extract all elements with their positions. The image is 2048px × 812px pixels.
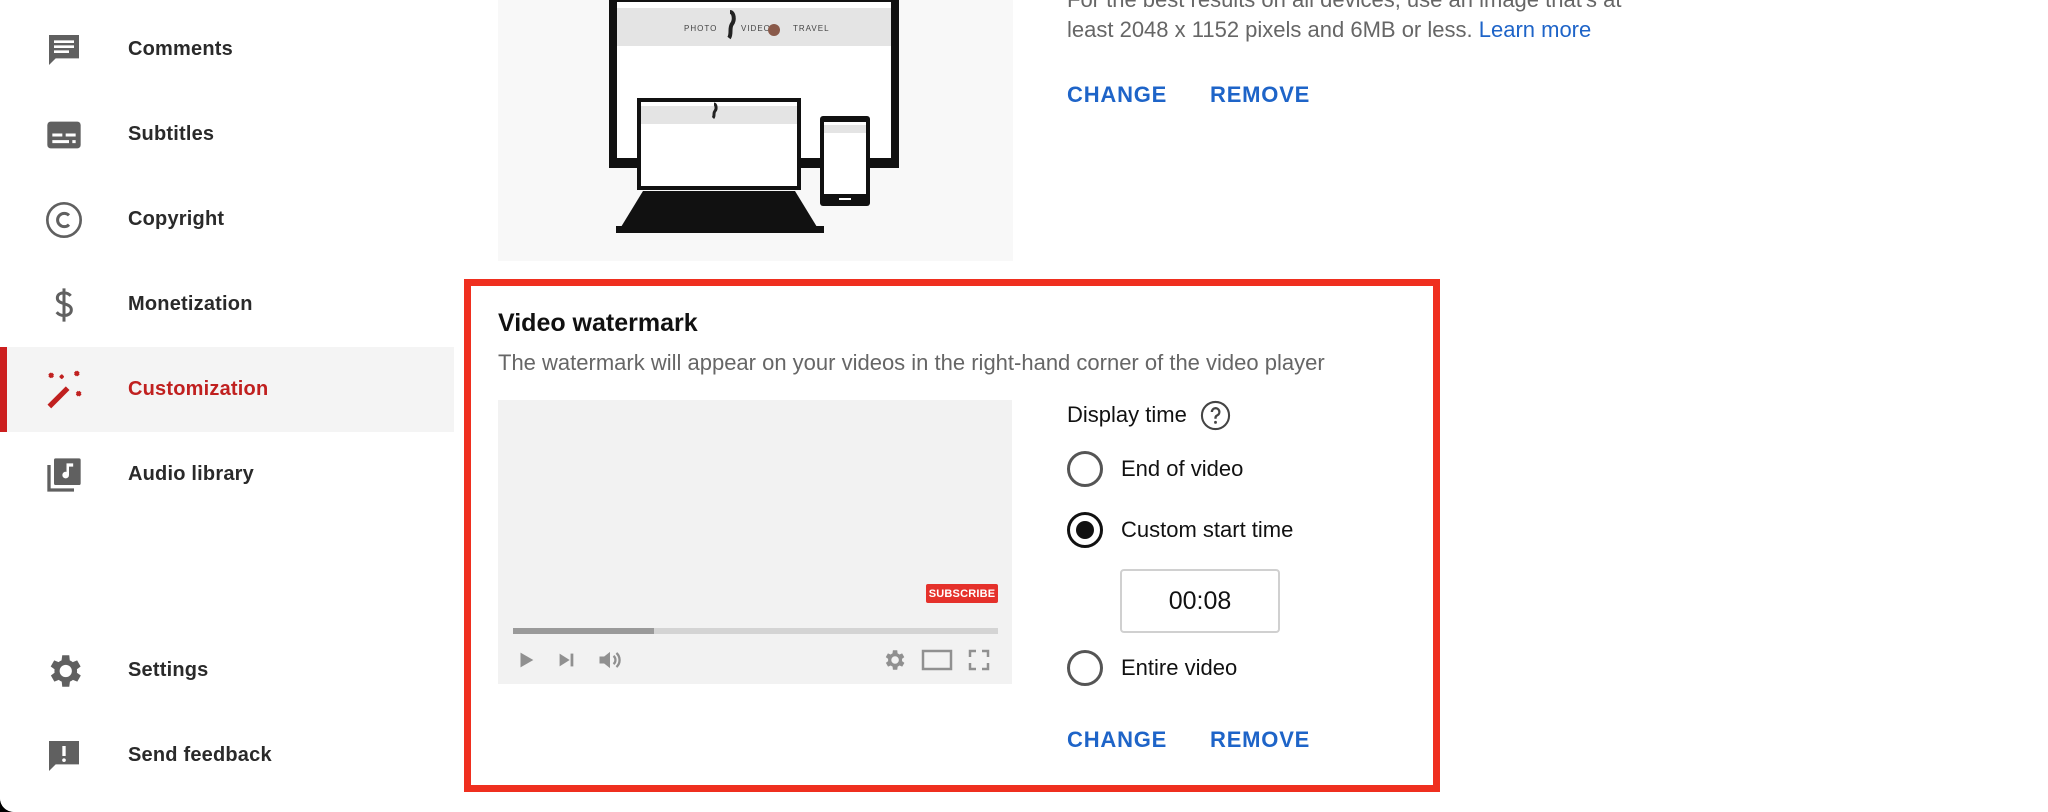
banner-description: For the best results on all devices, use… <box>1067 0 1622 46</box>
banner-image-preview: PHOTO VIDEO TRAVEL <box>498 0 1013 261</box>
copyright-icon <box>42 198 86 242</box>
radio-label: Entire video <box>1121 655 1238 680</box>
video-player-preview <box>498 400 1012 684</box>
svg-text:VIDEO: VIDEO <box>741 24 771 33</box>
watermark-remove-button[interactable]: REMOVE <box>1210 727 1310 753</box>
gear-icon <box>42 649 86 693</box>
banner-change-button[interactable]: CHANGE <box>1067 82 1167 108</box>
magic-wand-icon <box>42 368 86 412</box>
sidebar-item-label: Copyright <box>128 208 225 230</box>
next-icon <box>552 646 580 674</box>
svg-text:PHOTO: PHOTO <box>684 24 717 33</box>
section-description: The watermark will appear on your videos… <box>498 350 1325 375</box>
sidebar-item-send-feedback[interactable]: Send feedback <box>0 713 454 798</box>
dollar-icon <box>42 283 86 327</box>
subtitles-icon <box>42 113 86 157</box>
radio-button[interactable] <box>1067 650 1103 686</box>
sidebar-item-copyright[interactable]: Copyright <box>0 177 454 262</box>
progress-bar <box>513 628 998 634</box>
sidebar-item-comments[interactable]: Comments <box>0 7 454 92</box>
help-icon[interactable] <box>1200 400 1231 431</box>
sidebar-item-settings[interactable]: Settings <box>0 628 454 713</box>
radio-label: Custom start time <box>1121 517 1294 542</box>
watermark-change-button[interactable]: CHANGE <box>1067 727 1167 753</box>
sidebar-item-label: Subtitles <box>128 123 215 145</box>
progress-fill <box>513 628 654 634</box>
play-icon <box>512 646 540 674</box>
sidebar-item-label: Settings <box>128 659 209 681</box>
sidebar-item-label: Audio library <box>128 463 254 485</box>
start-time-input[interactable] <box>1120 569 1280 633</box>
radio-end-of-video[interactable]: End of video <box>1067 449 1243 489</box>
radio-entire-video[interactable]: Entire video <box>1067 648 1237 688</box>
display-time-label: Display time <box>1067 402 1187 427</box>
sidebar-item-customization[interactable]: Customization <box>0 347 454 432</box>
sidebar-item-label: Customization <box>128 378 269 400</box>
banner-description-line: For the best results on all devices, use… <box>1067 0 1622 16</box>
app-frame: Comments Subtitles Copyright Monetizatio… <box>0 0 2048 812</box>
radio-label: End of video <box>1121 456 1244 481</box>
devices-illustration: PHOTO VIDEO TRAVEL <box>609 0 899 233</box>
svg-text:TRAVEL: TRAVEL <box>793 24 830 33</box>
radio-button[interactable] <box>1067 451 1103 487</box>
active-indicator <box>0 347 7 432</box>
audio-library-icon <box>42 453 86 497</box>
sidebar-item-subtitles[interactable]: Subtitles <box>0 92 454 177</box>
sidebar-item-label: Comments <box>128 38 233 60</box>
banner-remove-button[interactable]: REMOVE <box>1210 82 1310 108</box>
radio-button[interactable] <box>1067 512 1103 548</box>
sidebar-item-label: Send feedback <box>128 744 272 766</box>
sidebar-item-label: Monetization <box>128 293 253 315</box>
sidebar-item-audio-library[interactable]: Audio library <box>0 432 454 517</box>
fullscreen-icon <box>964 645 994 675</box>
learn-more-link[interactable]: Learn more <box>1479 17 1592 42</box>
banner-description-line: least 2048 x 1152 pixels and 6MB or less… <box>1067 17 1473 42</box>
radio-custom-start-time[interactable]: Custom start time <box>1067 510 1293 550</box>
feedback-icon <box>42 734 86 778</box>
subscribe-watermark: SUBSCRIBE <box>926 584 998 603</box>
section-title: Video watermark <box>498 309 698 337</box>
theater-mode-icon <box>920 645 954 675</box>
sidebar-item-monetization[interactable]: Monetization <box>0 262 454 347</box>
gear-icon <box>879 645 909 675</box>
comment-icon <box>42 28 86 72</box>
volume-icon <box>594 644 626 676</box>
sidebar: Comments Subtitles Copyright Monetizatio… <box>0 0 454 812</box>
